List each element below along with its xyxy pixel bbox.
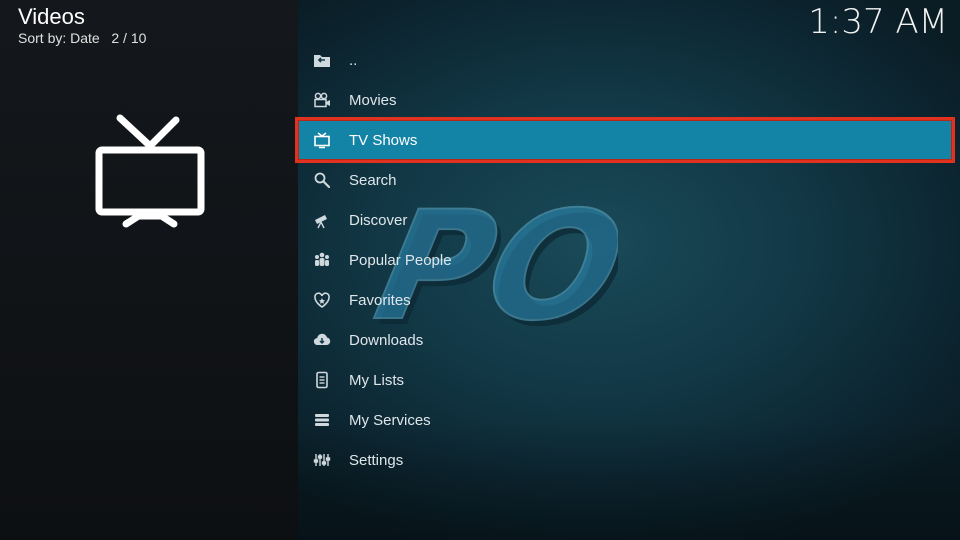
info-panel <box>0 0 298 540</box>
menu-item-label: Popular People <box>349 251 452 269</box>
menu-item-my-lists[interactable]: My Lists <box>298 360 960 400</box>
people-icon <box>313 251 331 269</box>
menu-item-label: Search <box>349 171 397 189</box>
telescope-icon <box>313 211 331 229</box>
main-menu: .. Movies TV Shows Search Discover Popul… <box>295 40 960 480</box>
movie-camera-icon <box>313 91 331 109</box>
menu-item-tv-shows[interactable]: TV Shows <box>295 117 955 163</box>
menu-item-settings[interactable]: Settings <box>298 440 960 480</box>
menu-item-movies[interactable]: Movies <box>298 80 960 120</box>
menu-item-favorites[interactable]: Favorites <box>298 280 960 320</box>
menu-item-label: My Lists <box>349 371 405 389</box>
menu-item-search[interactable]: Search <box>298 160 960 200</box>
services-icon <box>313 411 331 429</box>
menu-item-my-services[interactable]: My Services <box>298 400 960 440</box>
cloud-download-icon <box>313 331 331 349</box>
menu-item-label: TV Shows <box>349 131 418 149</box>
menu-item-label: My Services <box>349 411 431 429</box>
menu-item-label: Movies <box>349 91 397 109</box>
folder-back-icon <box>313 51 331 69</box>
menu-item-downloads[interactable]: Downloads <box>298 320 960 360</box>
sort-label: Sort by: Date <box>18 30 100 46</box>
menu-item-label: Downloads <box>349 331 424 349</box>
menu-item-discover[interactable]: Discover <box>298 200 960 240</box>
tv-icon <box>313 131 331 149</box>
menu-item-label: Favorites <box>349 291 411 309</box>
menu-item-label: Settings <box>349 451 404 469</box>
item-position: 2 / 10 <box>111 30 147 46</box>
menu-item-label: .. <box>349 51 358 69</box>
sort-info: Sort by: Date 2 / 10 <box>18 30 146 46</box>
menu-item-popular-people[interactable]: Popular People <box>298 240 960 280</box>
clock: 1:37 AM <box>808 2 948 42</box>
sliders-icon <box>313 451 331 469</box>
search-icon <box>313 171 331 189</box>
header: Videos Sort by: Date 2 / 10 <box>18 4 146 46</box>
tv-icon <box>92 112 208 234</box>
menu-item-parent[interactable]: .. <box>298 40 960 80</box>
page-title: Videos <box>18 4 85 29</box>
list-icon <box>313 371 331 389</box>
heart-icon <box>313 291 331 309</box>
menu-item-label: Discover <box>349 211 408 229</box>
